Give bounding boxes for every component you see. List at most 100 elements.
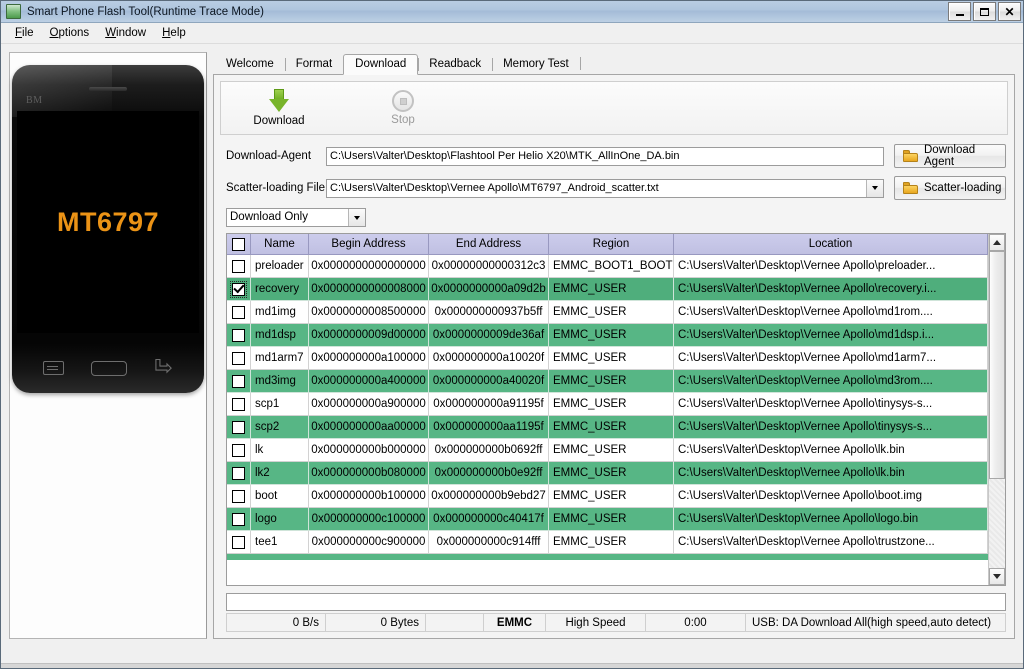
device-preview-panel: BM MT6797 ⏎ xyxy=(9,52,207,639)
row-checkbox[interactable] xyxy=(232,536,245,549)
cell-region: EMMC_USER xyxy=(549,531,674,554)
folder-icon xyxy=(903,182,918,194)
download-mode-select[interactable]: Download Only xyxy=(226,208,366,227)
cell-location: C:\Users\Valter\Desktop\Vernee Apollo\md… xyxy=(674,370,988,393)
row-checkbox[interactable] xyxy=(232,375,245,388)
select-all-checkbox[interactable] xyxy=(232,238,245,251)
chevron-down-icon[interactable] xyxy=(348,209,365,226)
cell-location: C:\Users\Valter\Desktop\Vernee Apollo\md… xyxy=(674,301,988,324)
tab-download[interactable]: Download xyxy=(343,54,418,75)
download-agent-input[interactable]: C:\Users\Valter\Desktop\Flashtool Per He… xyxy=(326,147,884,166)
cell-end-address: 0x00000000000312c3 xyxy=(429,255,549,278)
table-row[interactable]: boot0x000000000b1000000x000000000b9ebd27… xyxy=(227,485,988,508)
download-agent-row: Download-Agent C:\Users\Valter\Desktop\F… xyxy=(226,144,1006,168)
cell-begin-address: 0x0000000000000000 xyxy=(309,255,429,278)
table-row[interactable]: lk0x000000000b0000000x000000000b0692ffEM… xyxy=(227,439,988,462)
table-row[interactable]: preloader0x00000000000000000x00000000000… xyxy=(227,255,988,278)
row-checkbox-cell[interactable] xyxy=(227,393,251,416)
download-agent-browse-button[interactable]: Download Agent xyxy=(894,144,1006,168)
row-checkbox[interactable] xyxy=(232,490,245,503)
cell-name: md3img xyxy=(251,370,309,393)
menu-item-help[interactable]: Help xyxy=(154,25,194,41)
download-button-label: Download xyxy=(253,115,304,127)
row-checkbox[interactable] xyxy=(232,467,245,480)
row-checkbox-cell[interactable] xyxy=(227,301,251,324)
row-checkbox-cell[interactable] xyxy=(227,508,251,531)
row-checkbox[interactable] xyxy=(232,421,245,434)
table-row[interactable]: logo0x000000000c1000000x000000000c40417f… xyxy=(227,508,988,531)
row-checkbox[interactable] xyxy=(232,283,245,296)
table-row[interactable]: md1arm70x000000000a1000000x000000000a100… xyxy=(227,347,988,370)
row-checkbox[interactable] xyxy=(232,260,245,273)
table-row[interactable]: recovery0x00000000000080000x0000000000a0… xyxy=(227,278,988,301)
row-checkbox[interactable] xyxy=(232,329,245,342)
row-checkbox-cell[interactable] xyxy=(227,255,251,278)
column-header-location[interactable]: Location xyxy=(674,234,988,255)
row-checkbox[interactable] xyxy=(232,306,245,319)
column-header-name[interactable]: Name xyxy=(251,234,309,255)
row-checkbox-cell[interactable] xyxy=(227,278,251,301)
cell-begin-address: 0x000000000b000000 xyxy=(309,439,429,462)
chevron-down-icon[interactable] xyxy=(866,180,883,197)
stop-button[interactable]: Stop xyxy=(367,90,439,126)
column-header-region[interactable]: Region xyxy=(549,234,674,255)
menu-item-file[interactable]: File xyxy=(7,25,42,41)
minimize-button[interactable] xyxy=(948,2,971,21)
tab-readback[interactable]: Readback xyxy=(418,55,492,74)
row-checkbox-cell[interactable] xyxy=(227,462,251,485)
table-vertical-scrollbar[interactable] xyxy=(988,234,1005,585)
row-checkbox[interactable] xyxy=(232,352,245,365)
table-row[interactable]: lk20x000000000b0800000x000000000b0e92ffE… xyxy=(227,462,988,485)
cell-location: C:\Users\Valter\Desktop\Vernee Apollo\pr… xyxy=(674,255,988,278)
row-checkbox[interactable] xyxy=(232,444,245,457)
row-checkbox-cell[interactable] xyxy=(227,531,251,554)
menu-item-options[interactable]: Options xyxy=(42,25,98,41)
tab-welcome[interactable]: Welcome xyxy=(215,55,285,74)
close-button[interactable]: ✕ xyxy=(998,2,1021,21)
scatter-loading-browse-button[interactable]: Scatter-loading xyxy=(894,176,1006,200)
row-checkbox-cell[interactable] xyxy=(227,485,251,508)
tab-memory-test[interactable]: Memory Test xyxy=(492,55,580,74)
row-checkbox[interactable] xyxy=(232,513,245,526)
select-all-header-cell[interactable] xyxy=(227,234,251,255)
cell-begin-address: 0x0000000009d00000 xyxy=(309,324,429,347)
scroll-down-button[interactable] xyxy=(989,568,1005,585)
cell-name: md1dsp xyxy=(251,324,309,347)
status-storage-type: EMMC xyxy=(484,613,546,632)
row-checkbox-cell[interactable] xyxy=(227,416,251,439)
row-checkbox[interactable] xyxy=(232,398,245,411)
cell-name: preloader xyxy=(251,255,309,278)
table-row[interactable]: scp20x000000000aa000000x000000000aa1195f… xyxy=(227,416,988,439)
menu-item-window-label: indow xyxy=(116,27,146,39)
close-icon: ✕ xyxy=(1004,6,1014,18)
row-checkbox-cell[interactable] xyxy=(227,347,251,370)
table-row-partial[interactable] xyxy=(227,554,988,560)
row-checkbox-cell[interactable] xyxy=(227,324,251,347)
table-row[interactable]: scp10x000000000a9000000x000000000a91195f… xyxy=(227,393,988,416)
download-agent-label: Download-Agent xyxy=(226,150,326,162)
scatter-file-combobox[interactable]: C:\Users\Valter\Desktop\Vernee Apollo\MT… xyxy=(326,179,884,198)
row-checkbox-cell[interactable] xyxy=(227,439,251,462)
scrollbar-track[interactable] xyxy=(989,251,1005,568)
cell-begin-address: 0x0000000008500000 xyxy=(309,301,429,324)
cell-region: EMMC_USER xyxy=(549,301,674,324)
maximize-button[interactable] xyxy=(973,2,996,21)
table-row[interactable]: md1dsp0x0000000009d000000x0000000009de36… xyxy=(227,324,988,347)
cell-location: C:\Users\Valter\Desktop\Vernee Apollo\lo… xyxy=(674,508,988,531)
table-row[interactable]: md1img0x00000000085000000x000000000937b5… xyxy=(227,301,988,324)
table-row[interactable]: md3img0x000000000a4000000x000000000a4002… xyxy=(227,370,988,393)
cell-location: C:\Users\Valter\Desktop\Vernee Apollo\ti… xyxy=(674,393,988,416)
menu-item-window[interactable]: Window xyxy=(97,25,154,41)
scroll-up-button[interactable] xyxy=(989,234,1005,251)
download-agent-browse-label: Download Agent xyxy=(924,144,1005,168)
tab-format[interactable]: Format xyxy=(285,55,343,74)
table-row[interactable]: tee10x000000000c9000000x000000000c914fff… xyxy=(227,531,988,554)
column-header-end-address[interactable]: End Address xyxy=(429,234,549,255)
scrollbar-thumb[interactable] xyxy=(989,251,1005,479)
row-checkbox-cell[interactable] xyxy=(227,370,251,393)
column-header-begin-address[interactable]: Begin Address xyxy=(309,234,429,255)
tab-format-label: Format xyxy=(296,58,332,70)
download-button[interactable]: Download xyxy=(243,89,315,127)
status-bytes: 0 Bytes xyxy=(326,613,426,632)
cell-end-address: 0x000000000a10020f xyxy=(429,347,549,370)
